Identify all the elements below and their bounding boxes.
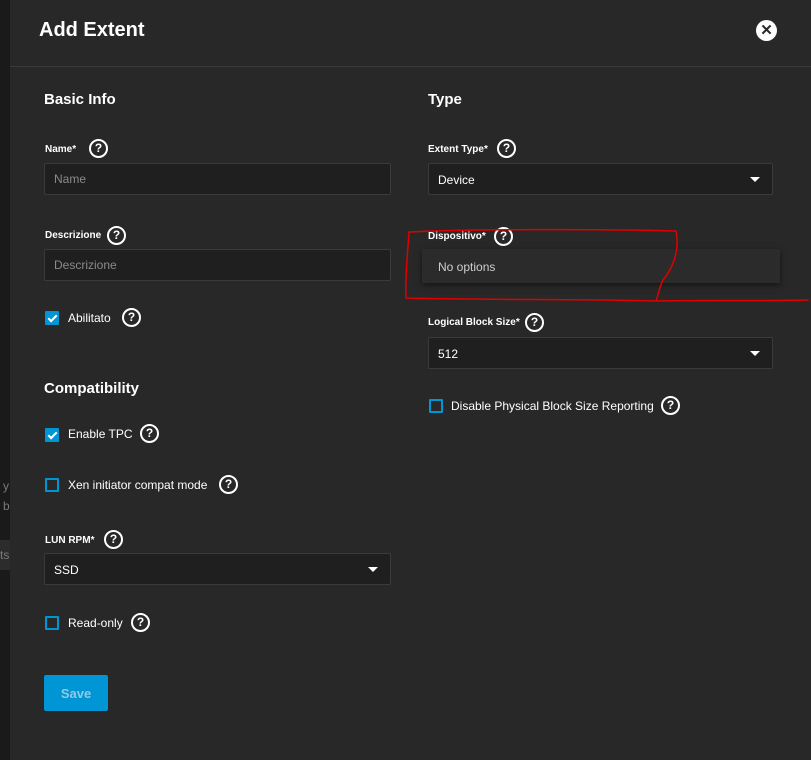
xen-compat-checkbox[interactable] [45,478,59,492]
logical-block-size-label: Logical Block Size* [428,317,520,328]
read-only-label: Read-only [68,616,123,630]
extent-type-help-icon[interactable]: ? [497,139,516,158]
enabled-help-icon[interactable]: ? [122,308,141,327]
dialog-header: Add Extent ✕ [10,0,811,67]
section-title-type: Type [428,91,462,108]
lun-rpm-value: SSD [54,563,79,577]
dialog-title: Add Extent [39,19,145,41]
background-text-fragment: ts [0,548,10,562]
device-label: Dispositivo* [428,231,486,242]
enabled-label: Abilitato [68,311,111,325]
logical-block-size-value: 512 [438,347,459,361]
name-help-icon[interactable]: ? [89,139,108,158]
device-dropdown-panel[interactable]: No options [422,249,780,283]
section-title-compatibility: Compatibility [44,380,140,397]
background-text-fragment: b [3,499,10,513]
lun-rpm-select[interactable]: SSD [44,553,391,585]
enable-tpc-help-icon[interactable]: ? [140,424,159,443]
save-button[interactable]: Save [44,675,108,711]
enable-tpc-label: Enable TPC [68,427,133,441]
read-only-checkbox[interactable] [45,616,59,630]
background-page [0,0,10,760]
logical-block-size-help-icon[interactable]: ? [525,313,544,332]
extent-type-label: Extent Type* [428,144,488,155]
logical-block-size-select[interactable]: 512 [428,337,773,369]
lun-rpm-label: LUN RPM* [45,535,95,546]
description-label: Descrizione [45,230,102,241]
chevron-down-icon [750,351,760,356]
disable-physical-block-help-icon[interactable]: ? [661,396,680,415]
name-input[interactable] [44,163,391,195]
lun-rpm-help-icon[interactable]: ? [104,530,123,549]
read-only-help-icon[interactable]: ? [131,613,150,632]
close-icon[interactable]: ✕ [756,20,777,41]
chevron-down-icon [750,177,760,182]
extent-type-select[interactable]: Device [428,163,773,195]
xen-compat-help-icon[interactable]: ? [219,475,238,494]
extent-type-value: Device [438,173,475,187]
name-label: Name* [45,144,77,155]
description-input[interactable] [44,249,391,281]
description-help-icon[interactable]: ? [107,226,126,245]
enable-tpc-checkbox[interactable] [45,428,59,442]
chevron-down-icon [368,567,378,572]
disable-physical-block-label: Disable Physical Block Size Reporting [451,399,654,413]
enabled-checkbox[interactable] [45,311,59,325]
no-options-text: No options [438,260,496,274]
section-title-basic-info: Basic Info [44,91,116,108]
device-help-icon[interactable]: ? [494,227,513,246]
xen-compat-label: Xen initiator compat mode [68,478,208,492]
add-extent-dialog: Add Extent ✕ Basic Info Name* ? Descrizi… [10,0,811,760]
disable-physical-block-checkbox[interactable] [429,399,443,413]
